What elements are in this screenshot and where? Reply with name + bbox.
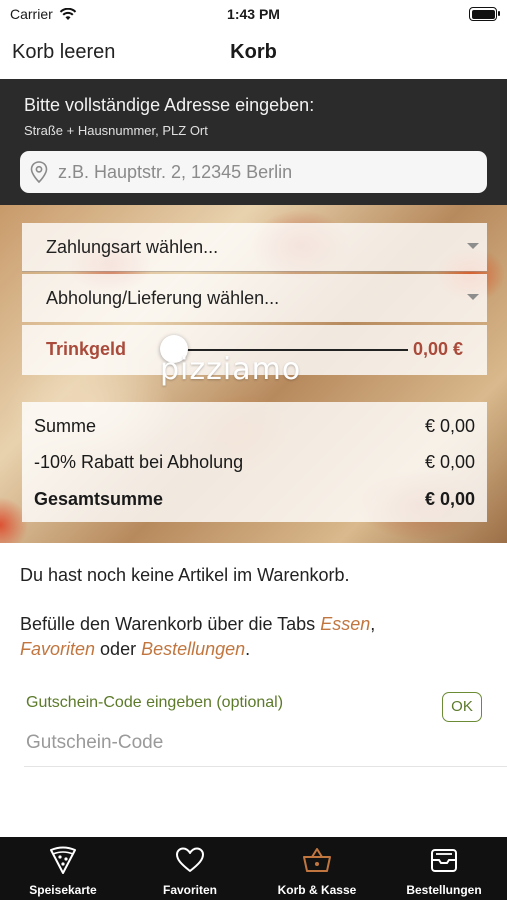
address-input[interactable]: z.B. Hauptstr. 2, 12345 Berlin: [20, 151, 487, 193]
tab-speisekarte[interactable]: Speisekarte: [0, 837, 126, 900]
hint-separator: .: [245, 639, 251, 659]
address-placeholder: z.B. Hauptstr. 2, 12345 Berlin: [58, 162, 293, 182]
address-subheading: Straße + Hausnummer, PLZ Ort: [24, 123, 208, 138]
delivery-method-select[interactable]: Abholung/Lieferung wählen...: [22, 274, 487, 322]
tip-slider-track[interactable]: [162, 349, 408, 351]
navigation-bar: Korb leeren Korb: [0, 28, 507, 78]
summary-row: Summe € 0,00: [34, 408, 475, 444]
summary-label: Summe: [34, 416, 97, 436]
payment-method-select[interactable]: Zahlungsart wählen...: [22, 223, 487, 271]
price-summary: Summe € 0,00 -10% Rabatt bei Abholung € …: [22, 402, 487, 522]
tab-label: Bestellungen: [406, 883, 482, 897]
chevron-down-icon: [467, 294, 479, 300]
tab-korb-kasse[interactable]: Korb & Kasse: [254, 837, 380, 900]
summary-label: -10% Rabatt bei Abholung: [34, 452, 244, 472]
tab-bar: Speisekarte Favoriten Korb & Kasse Beste…: [0, 837, 507, 900]
summary-value: € 0,00: [424, 416, 475, 436]
total-value: € 0,00: [424, 489, 475, 509]
tray-icon: [431, 849, 457, 872]
delivery-method-label: Abholung/Lieferung wählen...: [46, 288, 280, 308]
divider: [22, 271, 487, 272]
status-time: 1:43 PM: [227, 6, 280, 22]
tab-label: Speisekarte: [29, 883, 97, 897]
tip-value: 0,00 €: [412, 339, 463, 359]
status-bar: Carrier 1:43 PM: [0, 0, 507, 28]
bestellungen-link[interactable]: Bestellungen: [141, 639, 245, 659]
empty-cart-message: Du hast noch keine Artikel im Warenkorb.: [20, 565, 350, 585]
total-label: Gesamtsumme: [34, 489, 164, 509]
tip-label: Trinkgeld: [46, 339, 127, 359]
heart-icon: [176, 847, 204, 872]
hint-separator: oder: [95, 639, 142, 659]
summary-total-row: Gesamtsumme € 0,00: [34, 481, 475, 517]
favoriten-link[interactable]: Favoriten: [20, 639, 95, 659]
voucher-ok-button[interactable]: OK: [442, 692, 482, 722]
basket-icon: [303, 848, 331, 872]
essen-link[interactable]: Essen: [320, 614, 370, 634]
tab-label: Korb & Kasse: [277, 883, 357, 897]
tab-favoriten[interactable]: Favoriten: [127, 837, 253, 900]
pizziamo-logo: pizziamo: [160, 352, 302, 387]
voucher-input[interactable]: Gutschein-Code: [26, 732, 163, 754]
battery-icon: [469, 7, 500, 21]
pizza-slice-icon: [50, 846, 76, 874]
hint-text: Befülle den Warenkorb über die Tabs: [20, 614, 321, 634]
fill-cart-hint: Befülle den Warenkorb über die Tabs Esse…: [20, 612, 490, 662]
location-pin-icon: [30, 161, 48, 183]
tab-label: Favoriten: [162, 883, 217, 897]
voucher-input-underline: [24, 766, 507, 767]
address-section: Bitte vollständige Adresse eingeben: Str…: [0, 79, 507, 205]
hint-separator: ,: [370, 614, 376, 634]
summary-row: -10% Rabatt bei Abholung € 0,00: [34, 444, 475, 480]
voucher-label: Gutschein-Code eingeben (optional): [26, 694, 284, 711]
payment-method-label: Zahlungsart wählen...: [46, 237, 219, 257]
address-heading: Bitte vollständige Adresse eingeben:: [24, 95, 315, 115]
tab-bestellungen[interactable]: Bestellungen: [381, 837, 507, 900]
page-title: Korb: [230, 41, 277, 63]
summary-value: € 0,00: [424, 452, 475, 472]
chevron-down-icon: [467, 243, 479, 249]
